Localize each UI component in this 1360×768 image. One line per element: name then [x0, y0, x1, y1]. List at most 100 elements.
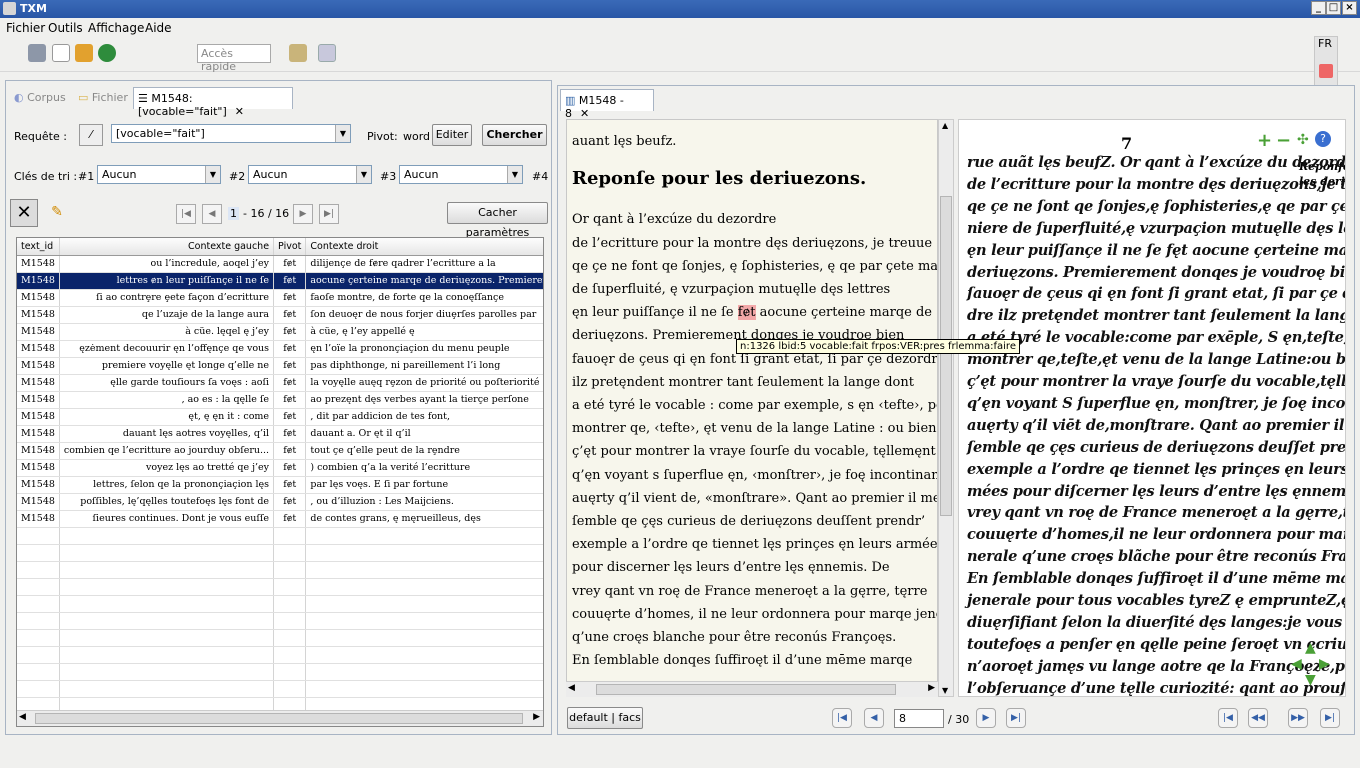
txm-perspective-icon[interactable]	[318, 44, 336, 62]
menu-outils[interactable]: Outils	[48, 21, 83, 35]
search-button[interactable]: Chercher	[482, 124, 547, 146]
scroll-thumb[interactable]	[596, 684, 896, 695]
menu-fichier[interactable]: Fichier	[6, 21, 45, 35]
tab-concordance[interactable]: ☰ M1548:[vocable="fait"] ✕	[133, 87, 293, 118]
scroll-thumb[interactable]	[940, 196, 952, 516]
col-header-left-context[interactable]: Contexte gauche	[59, 238, 275, 256]
chevron-down-icon[interactable]: ▼	[507, 166, 522, 183]
edition-selector-button[interactable]: default | facs	[567, 707, 643, 729]
table-row[interactable]: M1548 ou l’incredule, aoqel j’ey fɇt dilije…	[17, 255, 543, 273]
table-row[interactable]: M1548 dauant lęs aotres voyęlles, q’il fɇt…	[17, 425, 543, 443]
query-input[interactable]: [vocable="fait"] ▼	[111, 124, 351, 143]
pan-up-icon[interactable]: ▲	[1305, 640, 1316, 656]
table-row[interactable]: M1548 poſſibles, lę’qęlles toutefoęs lęs …	[17, 493, 543, 511]
chevron-down-icon[interactable]: ▼	[205, 166, 220, 183]
perspective-icon[interactable]	[289, 44, 307, 62]
tab-edition[interactable]: ▥ M1548 - 8 ✕	[560, 89, 654, 120]
table-row[interactable]: M1548 ſieures continues. Dont je vous euſ…	[17, 510, 543, 528]
table-row[interactable]: M1548 voyez lęs ao tretté qe j’ey fɇt) com…	[17, 459, 543, 477]
delete-icon[interactable]: ✕	[10, 199, 38, 227]
table-row[interactable]: M1548 combien qe l’ecritture ao jourduy o…	[17, 442, 543, 460]
next-page-button[interactable]: ▶	[976, 708, 996, 728]
scroll-left-icon[interactable]: ◀	[19, 712, 26, 722]
cell-text-id: M1548	[17, 340, 60, 358]
first-page-button[interactable]: |◀	[832, 708, 852, 728]
text-horizontal-scrollbar[interactable]: ◀ ▶	[566, 681, 938, 697]
first-page-button[interactable]: |◀	[176, 204, 196, 224]
edit-button[interactable]: Editer	[432, 124, 472, 146]
sort-key-3-select[interactable]: Aucun ▼	[399, 165, 523, 184]
scroll-right-icon[interactable]: ▶	[533, 712, 540, 722]
sort-key-1-select[interactable]: Aucun ▼	[97, 165, 221, 184]
last-page-button[interactable]: ▶|	[319, 204, 339, 224]
edition-pane: ▥ M1548 - 8 ✕ auant lęs beufz. Reponſe po…	[557, 85, 1355, 735]
prev-page-button[interactable]: ◀	[864, 708, 884, 728]
pan-left-icon[interactable]: ◀	[1291, 656, 1302, 672]
close-button[interactable]: ×	[1342, 1, 1357, 15]
last-page-button[interactable]: ▶|	[1006, 708, 1026, 728]
table-row[interactable]: M1548 ęlle garde touſiours ſa voęs : aoſi…	[17, 374, 543, 392]
zoom-in-icon[interactable]: +	[1257, 130, 1272, 151]
table-row[interactable]: M1548 premiere voyęlle ęt longe q’elle ne…	[17, 357, 543, 375]
table-row[interactable]: M1548 ęzėment decouurir ęn l’offęnçe qe v…	[17, 340, 543, 358]
prev-page-button[interactable]: ◀	[202, 204, 222, 224]
run-icon[interactable]	[98, 44, 116, 62]
next-page-button[interactable]: ▶	[293, 204, 313, 224]
tab-corpus[interactable]: ◐ Corpus	[10, 87, 70, 109]
col-header-right-context[interactable]: Contexte droit	[305, 238, 543, 256]
col-header-pivot[interactable]: Pivot	[273, 238, 307, 256]
wand-icon[interactable]: ⁄	[79, 124, 103, 146]
scroll-thumb[interactable]	[35, 713, 523, 724]
minimize-button[interactable]: _	[1311, 1, 1326, 15]
table-row[interactable]: M1548 ſi ao contrȩre ȩete façon d’ecrittu…	[17, 289, 543, 307]
zoom-out-icon[interactable]: −	[1276, 130, 1291, 151]
keyboard-icon[interactable]	[1319, 64, 1333, 78]
maximize-button[interactable]: □	[1326, 1, 1341, 15]
cell-right-context: , ou d’illuzion : Les Maijciens.	[305, 493, 543, 511]
table-row[interactable]: M1548 lettres, ſelon qe la prononçiaçion …	[17, 476, 543, 494]
scroll-down-icon[interactable]: ▼	[942, 686, 948, 695]
pivot-word[interactable]: fɇt	[737, 305, 756, 321]
chevron-down-icon[interactable]: ▼	[356, 166, 371, 183]
text-vertical-scrollbar[interactable]: ▲ ▼	[938, 119, 954, 697]
sort-key-2-select[interactable]: Aucun ▼	[248, 165, 372, 184]
new-file-icon[interactable]	[52, 44, 70, 62]
table-row[interactable]: M1548 qe l’uzaje de la lange aura fɇt ſon d…	[17, 306, 543, 324]
edit-pencil-icon[interactable]: ✎	[44, 201, 70, 225]
horizontal-scrollbar[interactable]: ◀ ▶	[17, 710, 543, 726]
page-number-input[interactable]: 8	[894, 709, 944, 728]
close-tab-icon[interactable]: ✕	[235, 105, 244, 118]
table-row[interactable]: M1548 ęt, ę ęn it : come fɇt, dit par addi…	[17, 408, 543, 426]
prev-text-button[interactable]: ◀◀	[1248, 708, 1268, 728]
language-code[interactable]: FR	[1318, 37, 1332, 50]
last-text-button[interactable]: ▶|	[1320, 708, 1340, 728]
table-row[interactable]: M1548, ao es : la qęlle ſe fɇt ao prezęnt …	[17, 391, 543, 409]
cell-text-id: M1548	[17, 306, 60, 324]
scroll-left-icon[interactable]: ◀	[568, 683, 575, 693]
chevron-down-icon[interactable]: ▼	[335, 125, 350, 142]
table-row[interactable]: M1548 à cüe. lęqel ę j’ey fɇt à cüe, ę l’ey…	[17, 323, 543, 341]
pan-down-icon[interactable]: ▼	[1305, 672, 1316, 688]
cell-pivot: fɇt	[273, 289, 307, 307]
fit-icon[interactable]: ✣	[1297, 132, 1309, 148]
hide-params-button[interactable]: Cacher paramètres	[447, 202, 548, 239]
help-icon[interactable]: ?	[1315, 131, 1331, 147]
scroll-up-icon[interactable]: ▲	[942, 121, 948, 130]
window-title: TXM	[20, 2, 47, 15]
open-folder-icon[interactable]	[75, 44, 93, 62]
col-header-text-id[interactable]: text_id	[17, 238, 60, 256]
quick-access-input[interactable]: Accès rapide	[197, 44, 271, 73]
menu-aide[interactable]: Aide	[145, 21, 172, 35]
cell-left-context: ſi ao contrȩre ȩete façon d’ecritture	[59, 289, 275, 307]
cell-left-context: dauant lęs aotres voyęlles, q’il	[59, 425, 275, 443]
corpus-icon[interactable]	[28, 44, 46, 62]
cell-pivot: fɇt	[273, 272, 307, 290]
first-text-button[interactable]: |◀	[1218, 708, 1238, 728]
page-current[interactable]: 1	[228, 207, 239, 220]
next-text-button[interactable]: ▶▶	[1288, 708, 1308, 728]
table-row[interactable]: M1548 lettres ɇn leur puiſſançe il ne ſe f…	[17, 272, 543, 290]
menu-affichage[interactable]: Affichage	[88, 21, 144, 35]
pan-right-icon[interactable]: ▶	[1319, 656, 1330, 672]
scroll-right-icon[interactable]: ▶	[928, 683, 935, 693]
tab-fichier[interactable]: ▭ Fichier	[74, 87, 132, 109]
